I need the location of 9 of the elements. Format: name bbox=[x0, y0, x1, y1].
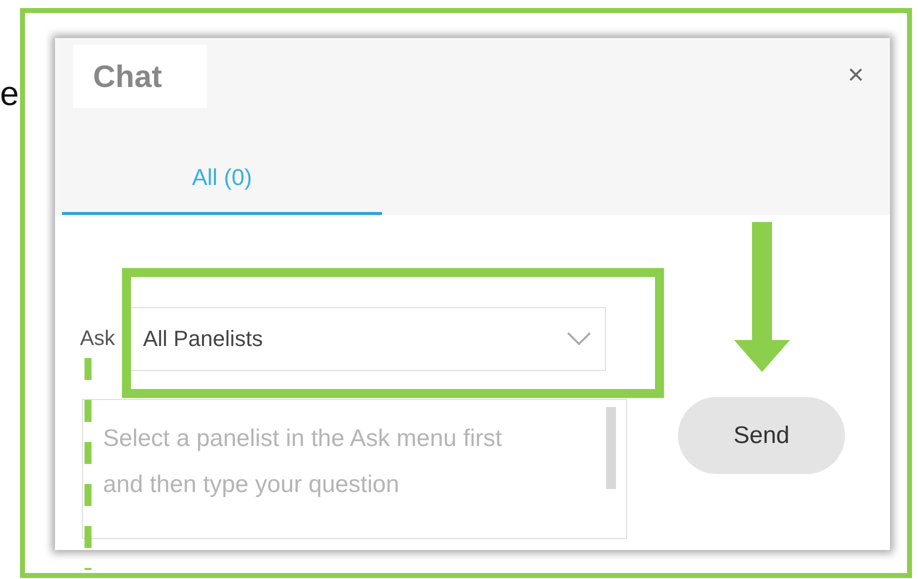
dialog-title: Chat bbox=[73, 45, 207, 108]
down-arrow-icon bbox=[732, 222, 792, 374]
cut-off-text: e bbox=[0, 74, 19, 114]
question-field[interactable]: Select a panelist in the Ask menu first and then type your question bbox=[82, 399, 627, 539]
ask-label: Ask bbox=[80, 327, 116, 351]
chevron-icon bbox=[567, 332, 591, 346]
scrollbar[interactable] bbox=[606, 407, 616, 489]
send-button[interactable]: Send bbox=[678, 397, 845, 474]
close-button[interactable]: × bbox=[842, 59, 870, 91]
